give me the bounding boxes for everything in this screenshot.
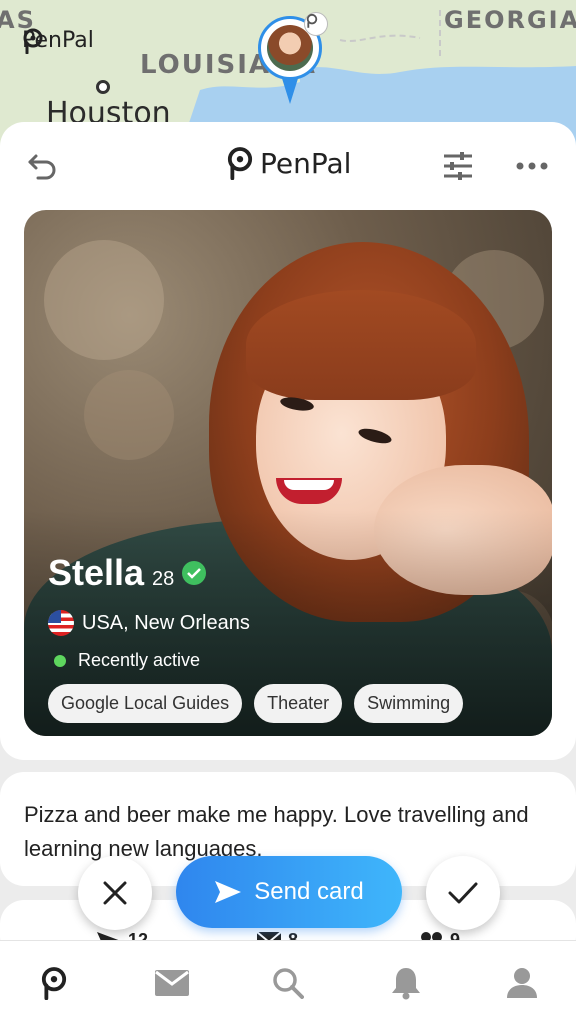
send-icon — [215, 881, 242, 903]
profile-location: USA, New Orleans — [48, 610, 250, 636]
profile-photo[interactable]: Stella 28 USA, New Orleans Recently acti… — [24, 210, 552, 736]
usa-flag-icon — [48, 610, 74, 636]
penpal-logo-icon — [227, 147, 253, 180]
mail-icon — [155, 970, 189, 996]
interest-tags: Google Local Guides Theater Swimming — [48, 684, 464, 723]
close-icon — [103, 881, 127, 905]
sliders-icon[interactable] — [440, 148, 476, 184]
search-icon — [273, 968, 304, 999]
map-label-state: GEORGIA — [444, 6, 576, 34]
nav-notifications[interactable] — [386, 963, 426, 1003]
photo-bokeh — [84, 370, 174, 460]
photo-bangs — [246, 290, 476, 400]
nav-home[interactable] — [34, 963, 74, 1003]
online-dot-icon — [54, 654, 66, 667]
top-bar: PenPal — [0, 122, 576, 208]
bottom-nav — [0, 940, 576, 1024]
status-text: Recently active — [78, 650, 201, 670]
send-card-label: Send card — [254, 878, 364, 905]
dismiss-button[interactable] — [78, 856, 152, 930]
profile-icon — [507, 968, 537, 998]
more-dots-icon[interactable] — [514, 148, 550, 184]
interest-tag[interactable]: Theater — [254, 684, 343, 723]
penpal-icon — [41, 967, 67, 1000]
interest-tag[interactable]: Swimming — [354, 684, 464, 723]
location-text: USA, New Orleans — [82, 611, 250, 634]
city-dot — [96, 80, 110, 94]
bell-icon — [392, 968, 420, 1000]
user-location-pin[interactable] — [258, 12, 328, 104]
send-card-button[interactable]: Send card — [176, 856, 402, 928]
photo-bokeh — [44, 240, 164, 360]
brand-name: PenPal — [260, 146, 352, 180]
nav-mail[interactable] — [152, 963, 192, 1003]
penpal-badge-icon — [304, 12, 328, 36]
nav-profile[interactable] — [502, 963, 542, 1003]
undo-icon[interactable] — [24, 148, 60, 184]
profile-card-panel: PenPal Stella 28 USA, New Orleans Recent… — [0, 122, 576, 760]
profile-age: 28 — [152, 568, 175, 590]
accept-button[interactable] — [426, 856, 500, 930]
name-row: Stella 28 — [48, 552, 207, 594]
interest-tag[interactable]: Google Local Guides — [48, 684, 243, 723]
verified-icon — [182, 561, 207, 585]
photo-teeth — [284, 480, 334, 490]
check-icon — [448, 882, 478, 904]
penpal-logo-icon — [23, 28, 43, 54]
activity-status: Recently active — [54, 650, 200, 671]
nav-search[interactable] — [268, 963, 308, 1003]
brand-logo: PenPal — [226, 146, 351, 180]
profile-name: Stella — [48, 552, 145, 593]
map-logo: PenPal — [22, 28, 94, 54]
